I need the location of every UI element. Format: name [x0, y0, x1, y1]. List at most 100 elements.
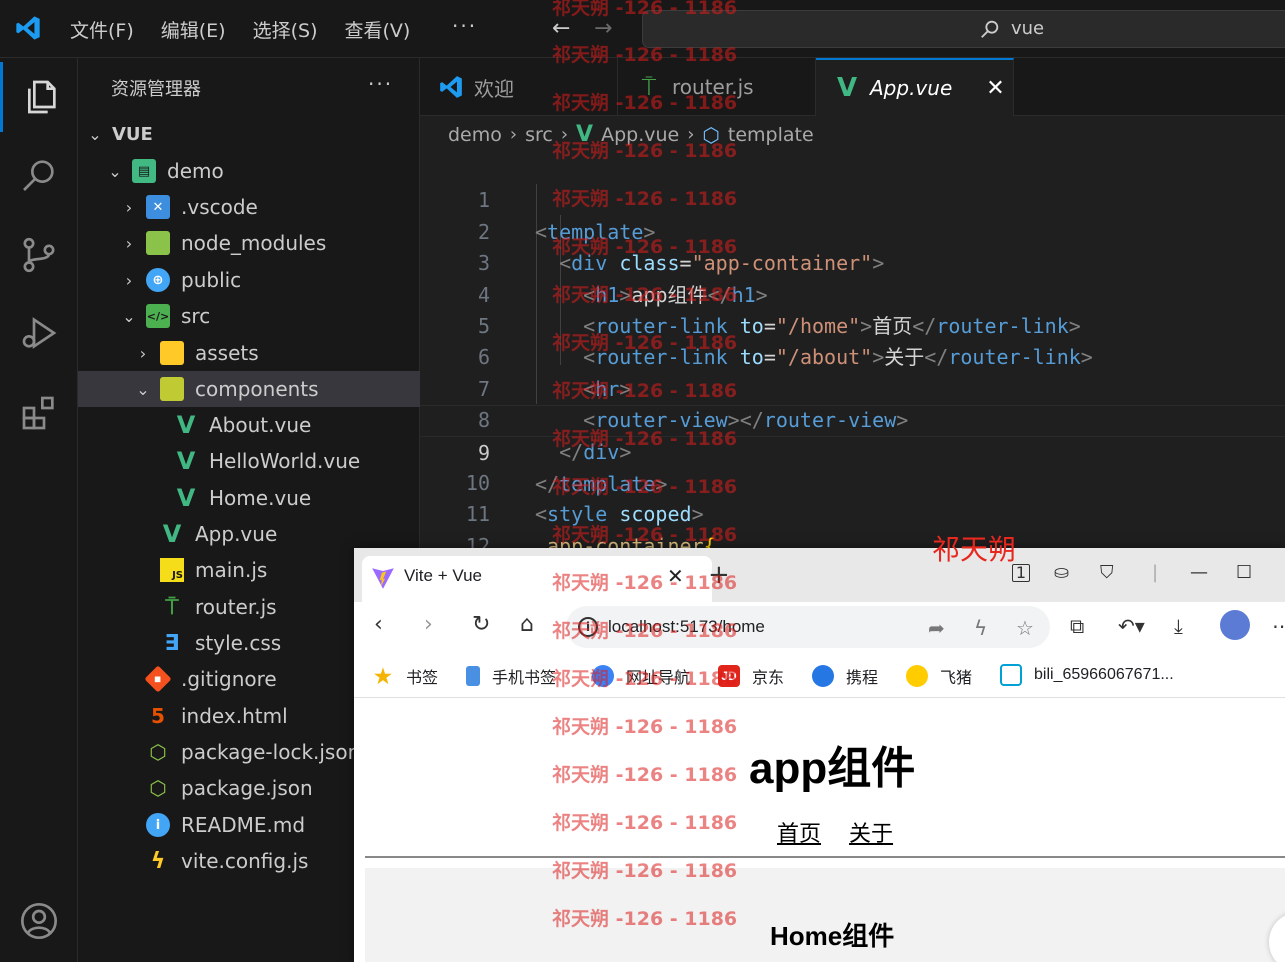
- address-bar[interactable]: i localhost:5173/home ➦ ϟ ☆: [566, 606, 1050, 648]
- menu-selection[interactable]: 选择(S): [253, 16, 318, 43]
- extensions-icon: [22, 396, 54, 430]
- tree-item-label: HelloWorld.vue: [209, 449, 361, 473]
- compass-icon: [592, 665, 614, 687]
- code-line-current: 9 </template>: [420, 405, 1285, 496]
- shirt-icon[interactable]: ⛉: [1100, 562, 1114, 583]
- minimize-icon[interactable]: —: [1190, 562, 1208, 583]
- bookmark-item[interactable]: 网址导航: [592, 664, 690, 688]
- tree-item-app-vue[interactable]: V App.vue: [78, 516, 420, 552]
- tree-item-demo[interactable]: ⌄ ▤ demo: [78, 153, 420, 189]
- new-tab-button[interactable]: +: [708, 560, 730, 590]
- tree-item-vscode[interactable]: › ✕ .vscode: [78, 189, 420, 225]
- bilibili-icon: [1000, 664, 1022, 686]
- explorer-button[interactable]: [0, 62, 78, 132]
- tree-item-label: Home.vue: [209, 486, 312, 510]
- tree-item-label: package.json: [181, 776, 313, 800]
- explorer-more-button[interactable]: ···: [368, 72, 393, 96]
- url-text: localhost:5173/home: [608, 617, 765, 636]
- tree-root-vue[interactable]: ⌄ VUE: [78, 116, 420, 152]
- tree-item-label: assets: [195, 341, 259, 365]
- back-icon[interactable]: ‹: [374, 612, 383, 637]
- tree-item-home-vue[interactable]: V Home.vue: [78, 480, 420, 516]
- src-folder-icon: </>: [146, 304, 170, 328]
- lightning-icon[interactable]: ϟ: [974, 616, 987, 640]
- menu-view[interactable]: 查看(V): [345, 16, 411, 43]
- share-icon[interactable]: ➦: [928, 616, 945, 640]
- tab-count-icon[interactable]: 1: [1012, 564, 1030, 582]
- download-icon[interactable]: ⤓: [1174, 614, 1183, 638]
- vscode-logo-icon[interactable]: [14, 14, 42, 42]
- tree-item-helloworld-vue[interactable]: V HelloWorld.vue: [78, 443, 420, 479]
- back-arrow-icon[interactable]: ←: [552, 16, 570, 41]
- bookmark-item[interactable]: 携程: [812, 664, 878, 688]
- close-icon[interactable]: ✕: [667, 564, 684, 588]
- forward-icon[interactable]: ›: [424, 612, 433, 637]
- tree-item-components[interactable]: ⌄ components: [78, 371, 420, 407]
- code-line: 1 <template>: [477, 188, 656, 244]
- tree-item-assets[interactable]: › assets: [78, 335, 420, 371]
- tree-item-about-vue[interactable]: V About.vue: [78, 407, 420, 443]
- search-icon: [23, 160, 54, 191]
- tab-router-js[interactable]: ⍑ router.js: [618, 58, 816, 116]
- router-icon: ⍑: [641, 73, 657, 101]
- breadcrumb-item[interactable]: template: [728, 124, 814, 146]
- undo-icon[interactable]: ↶▾: [1118, 614, 1145, 638]
- tree-item-public[interactable]: › ⊕ public: [78, 262, 420, 298]
- extensions-button[interactable]: [0, 378, 78, 448]
- star-icon: ★: [374, 665, 392, 688]
- tree-item-label: style.css: [195, 631, 282, 655]
- tree-item-label: router.js: [195, 595, 277, 619]
- tab-app-vue[interactable]: V App.vue ✕: [816, 58, 1014, 116]
- chevron-right-icon: ›: [125, 197, 133, 217]
- git-icon: ◆: [144, 665, 172, 693]
- tree-item-label: src: [181, 304, 211, 328]
- breadcrumb-item[interactable]: App.vue: [601, 124, 679, 146]
- chevron-right-icon: ›: [125, 270, 133, 290]
- fliggy-icon: [906, 665, 928, 687]
- menu-file[interactable]: 文件(F): [70, 16, 134, 43]
- star-icon[interactable]: ☆: [1016, 616, 1034, 640]
- breadcrumb-item[interactable]: src: [525, 124, 553, 146]
- forward-arrow-icon[interactable]: →: [594, 16, 612, 41]
- bookmarks-bar: ★ 书签 手机书签 网址导航 JD 京东 携程 飞猪 bili_65966067…: [354, 652, 1285, 698]
- run-debug-button[interactable]: [0, 298, 78, 368]
- extensions-icon[interactable]: ⧉: [1070, 614, 1084, 638]
- incognito-icon[interactable]: ⛀: [1054, 562, 1069, 583]
- folder-open-icon: ▤: [132, 159, 156, 183]
- breadcrumb-item[interactable]: demo: [448, 124, 502, 146]
- source-control-button[interactable]: [0, 220, 78, 290]
- site-info-icon[interactable]: i: [578, 617, 598, 637]
- chevron-down-icon: ⌄: [122, 306, 136, 326]
- close-icon[interactable]: ✕: [986, 76, 1004, 101]
- cube-icon: ⬡: [702, 122, 720, 147]
- more-icon[interactable]: ⋯: [1272, 614, 1285, 638]
- files-icon: [27, 80, 56, 114]
- tree-item-label: node_modules: [181, 231, 327, 255]
- tree-item-src[interactable]: ⌄ </> src: [78, 298, 420, 334]
- tree-item-node-modules[interactable]: › node_modules: [78, 225, 420, 261]
- search-icon: [981, 20, 999, 38]
- code-editor[interactable]: 1 <template> 2 <div class="app-container…: [420, 154, 1285, 621]
- maximize-icon[interactable]: ☐: [1236, 562, 1252, 583]
- floating-button[interactable]: [1269, 912, 1285, 962]
- bookmark-item[interactable]: ★ 书签: [372, 664, 438, 688]
- bookmark-item[interactable]: 飞猪: [906, 664, 972, 688]
- bookmark-item[interactable]: 手机书签: [466, 664, 556, 688]
- reload-icon[interactable]: ↻: [472, 612, 490, 637]
- accounts-button[interactable]: [0, 886, 78, 956]
- bookmark-item[interactable]: JD 京东: [718, 664, 784, 688]
- menu-edit[interactable]: 编辑(E): [161, 16, 226, 43]
- browser-tab[interactable]: Vite + Vue ✕: [362, 556, 712, 602]
- more-menu-button[interactable]: ···: [452, 14, 477, 38]
- home-link[interactable]: 首页: [777, 816, 821, 848]
- search-button[interactable]: [0, 140, 78, 210]
- tab-label: 欢迎: [474, 76, 514, 101]
- bookmark-item[interactable]: bili_65966067671...: [1000, 664, 1174, 686]
- command-center-search[interactable]: vue: [642, 10, 1285, 48]
- avatar[interactable]: [1220, 610, 1250, 640]
- js-icon: JS: [160, 558, 184, 582]
- about-link[interactable]: 关于: [849, 816, 893, 848]
- home-icon[interactable]: ⌂: [520, 612, 534, 637]
- tab-welcome[interactable]: 欢迎: [420, 58, 618, 116]
- nodejs-icon: ⬡: [149, 740, 167, 764]
